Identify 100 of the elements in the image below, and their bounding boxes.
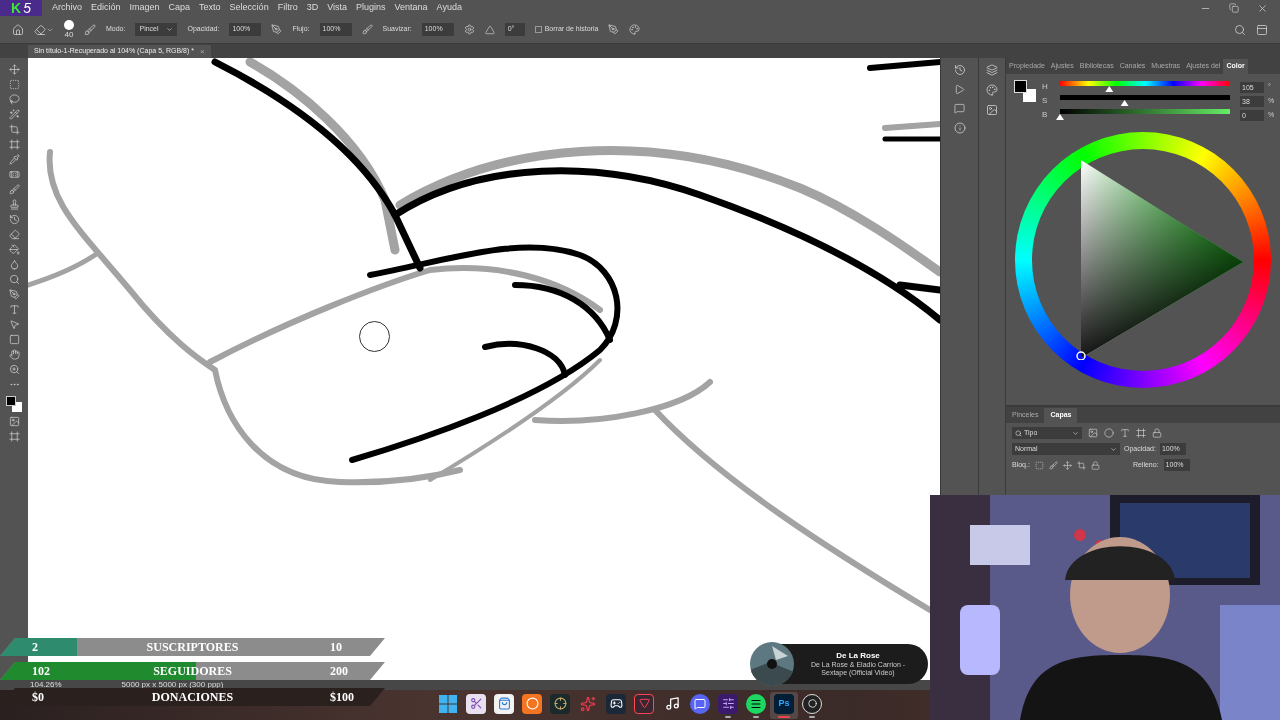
restore-icon[interactable] <box>1229 2 1239 13</box>
goal-current: 102 <box>31 663 51 680</box>
ring-icon[interactable] <box>522 693 542 714</box>
menu-item[interactable]: Edición <box>91 1 121 15</box>
photoshop-icon[interactable]: Ps <box>774 693 794 714</box>
menu-item[interactable]: Capa <box>168 1 191 15</box>
move-icon[interactable] <box>8 64 20 75</box>
bucket-icon[interactable] <box>8 244 20 255</box>
home-icon[interactable] <box>12 23 24 36</box>
slider-label: S <box>1042 95 1049 107</box>
pressure-icon[interactable] <box>271 24 283 35</box>
crop-icon[interactable] <box>8 124 20 135</box>
canvas[interactable] <box>28 58 940 680</box>
lock-artboard-icon[interactable] <box>1076 460 1086 470</box>
lock-icon[interactable] <box>1090 460 1100 470</box>
lock-pixels-icon[interactable] <box>1034 460 1044 470</box>
eraser-icon[interactable] <box>34 23 46 36</box>
smart-filter-icon[interactable] <box>1152 428 1162 438</box>
droplet-icon[interactable] <box>8 259 20 270</box>
pen-icon[interactable] <box>8 289 20 300</box>
type-filter-icon[interactable] <box>1120 428 1130 438</box>
stamp-icon[interactable] <box>8 199 20 210</box>
goal-current: 2 <box>31 639 39 656</box>
search-icon[interactable] <box>8 274 20 285</box>
logo-letter: K <box>11 1 22 15</box>
color-swatches[interactable] <box>6 396 22 412</box>
menu-item[interactable]: Plugins <box>356 1 386 15</box>
gamepad-icon[interactable] <box>606 693 626 714</box>
slider-label: H <box>1042 81 1049 93</box>
menu-item[interactable]: Archivo <box>52 1 82 15</box>
screen-mode-icon[interactable] <box>8 431 20 442</box>
history-panel-icon[interactable] <box>953 64 966 76</box>
crosshair-icon[interactable] <box>550 693 570 714</box>
sliders-icon[interactable] <box>718 693 738 714</box>
marquee-icon[interactable] <box>8 79 20 90</box>
info-icon[interactable] <box>953 122 966 134</box>
shopping-bag-icon[interactable] <box>494 693 514 714</box>
comment-icon[interactable] <box>954 103 966 114</box>
menu-item[interactable]: Ayuda <box>436 1 462 15</box>
brush-settings-icon[interactable] <box>84 23 96 36</box>
wand-icon[interactable] <box>8 109 20 120</box>
settings-icon[interactable] <box>463 24 475 35</box>
goal-target: 200 <box>329 663 348 680</box>
history-icon[interactable] <box>8 214 20 225</box>
taskbar-button[interactable]: Ps <box>770 691 798 719</box>
slider-thumb[interactable] <box>1056 114 1064 120</box>
slider-thumb[interactable] <box>1120 100 1129 106</box>
caret-icon <box>1110 445 1117 453</box>
pen-pressure-icon[interactable] <box>608 24 620 35</box>
shape-filter-icon[interactable] <box>1136 428 1146 438</box>
angle-icon[interactable] <box>484 24 495 35</box>
scissors-icon[interactable] <box>466 693 486 714</box>
menu-item[interactable]: Texto <box>199 1 221 15</box>
windows-icon[interactable] <box>439 694 457 713</box>
goal-current: $0 <box>31 689 45 706</box>
palette-icon[interactable] <box>986 84 999 96</box>
lock-paint-icon[interactable] <box>1048 460 1058 470</box>
zoom-icon[interactable] <box>8 364 20 375</box>
zoom-level: 104.26% <box>30 681 62 689</box>
menu-item[interactable]: Vista <box>327 1 347 15</box>
brush-preview[interactable] <box>64 20 74 30</box>
foreground-background-swatch[interactable] <box>1014 80 1036 102</box>
lock-move-icon[interactable] <box>1062 460 1072 470</box>
adjustment-filter-icon[interactable] <box>1104 428 1114 438</box>
search-icon <box>1015 429 1022 437</box>
checkbox[interactable] <box>534 26 542 33</box>
play-icon[interactable] <box>954 84 966 95</box>
pointer-icon[interactable] <box>8 319 20 330</box>
image-icon[interactable] <box>986 104 999 116</box>
brush-size: 40 <box>64 30 74 39</box>
close-icon[interactable] <box>1257 2 1268 14</box>
chat-icon[interactable] <box>690 693 710 714</box>
record-icon[interactable] <box>802 693 822 714</box>
lasso-icon[interactable] <box>8 94 20 105</box>
search-icon[interactable] <box>1234 23 1246 36</box>
menu-item[interactable]: Ventana <box>394 1 428 15</box>
workspace-icon[interactable] <box>1256 23 1268 36</box>
slider-thumb[interactable] <box>1105 86 1114 92</box>
song-artist: De La Rose <box>836 651 880 661</box>
brush-icon[interactable] <box>8 184 20 195</box>
type-icon[interactable] <box>8 304 20 315</box>
goal-label: SEGUIDORES <box>152 663 233 680</box>
hand-icon[interactable] <box>8 349 20 360</box>
sound-lines-icon[interactable] <box>746 693 766 714</box>
eyedropper-icon[interactable] <box>8 154 20 165</box>
quick-mask-icon[interactable] <box>8 416 20 427</box>
tab-close[interactable]: × <box>199 45 205 58</box>
menu-item[interactable]: Imagen <box>129 1 160 15</box>
layers-icon[interactable] <box>986 64 999 76</box>
menu-item[interactable]: Selección <box>229 1 269 15</box>
caret-icon <box>166 26 174 33</box>
pixel-filter-icon[interactable] <box>1088 428 1098 438</box>
menu-item[interactable]: 3D <box>306 1 319 15</box>
eraser-icon[interactable] <box>8 229 20 240</box>
menu-item[interactable]: Filtro <box>277 1 298 15</box>
frame-icon[interactable] <box>8 139 20 150</box>
airbrush-icon[interactable] <box>361 24 373 35</box>
goal-label: DONACIONES <box>150 689 235 706</box>
rectangle-icon[interactable] <box>8 334 20 345</box>
bandage-icon[interactable] <box>8 169 20 180</box>
